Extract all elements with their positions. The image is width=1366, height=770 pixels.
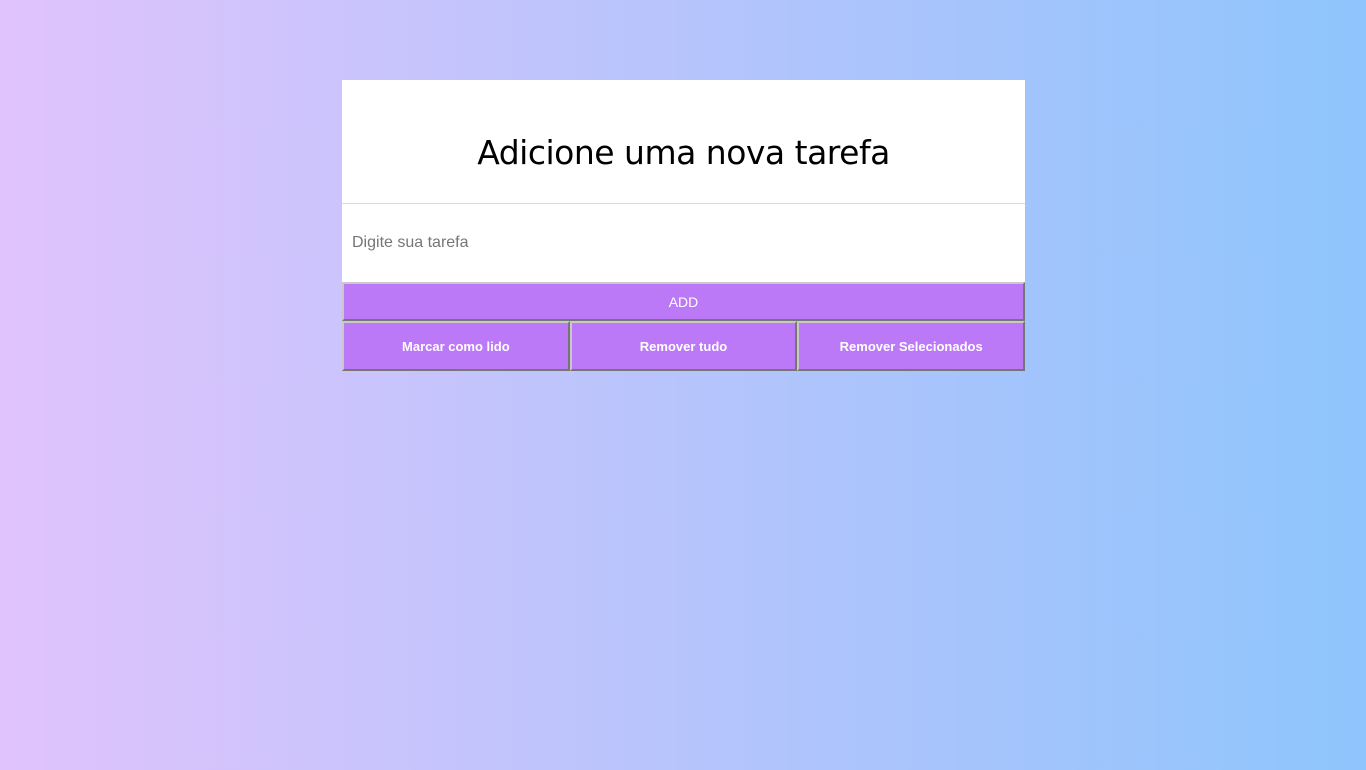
add-button[interactable]: ADD <box>342 282 1025 321</box>
remove-all-button[interactable]: Remover tudo <box>569 321 798 371</box>
page-title: Adicione uma nova tarefa <box>477 133 890 172</box>
todo-card: Adicione uma nova tarefa ADD Marcar como… <box>342 80 1026 371</box>
action-bar: Marcar como lido Remover tudo Remover Se… <box>342 321 1026 371</box>
header: Adicione uma nova tarefa <box>342 80 1025 204</box>
page: { "header": { "title": "Adicione uma nov… <box>0 0 1366 770</box>
mark-as-read-button[interactable]: Marcar como lido <box>342 321 570 371</box>
task-input[interactable] <box>342 204 1025 282</box>
remove-selected-button[interactable]: Remover Selecionados <box>797 321 1026 371</box>
